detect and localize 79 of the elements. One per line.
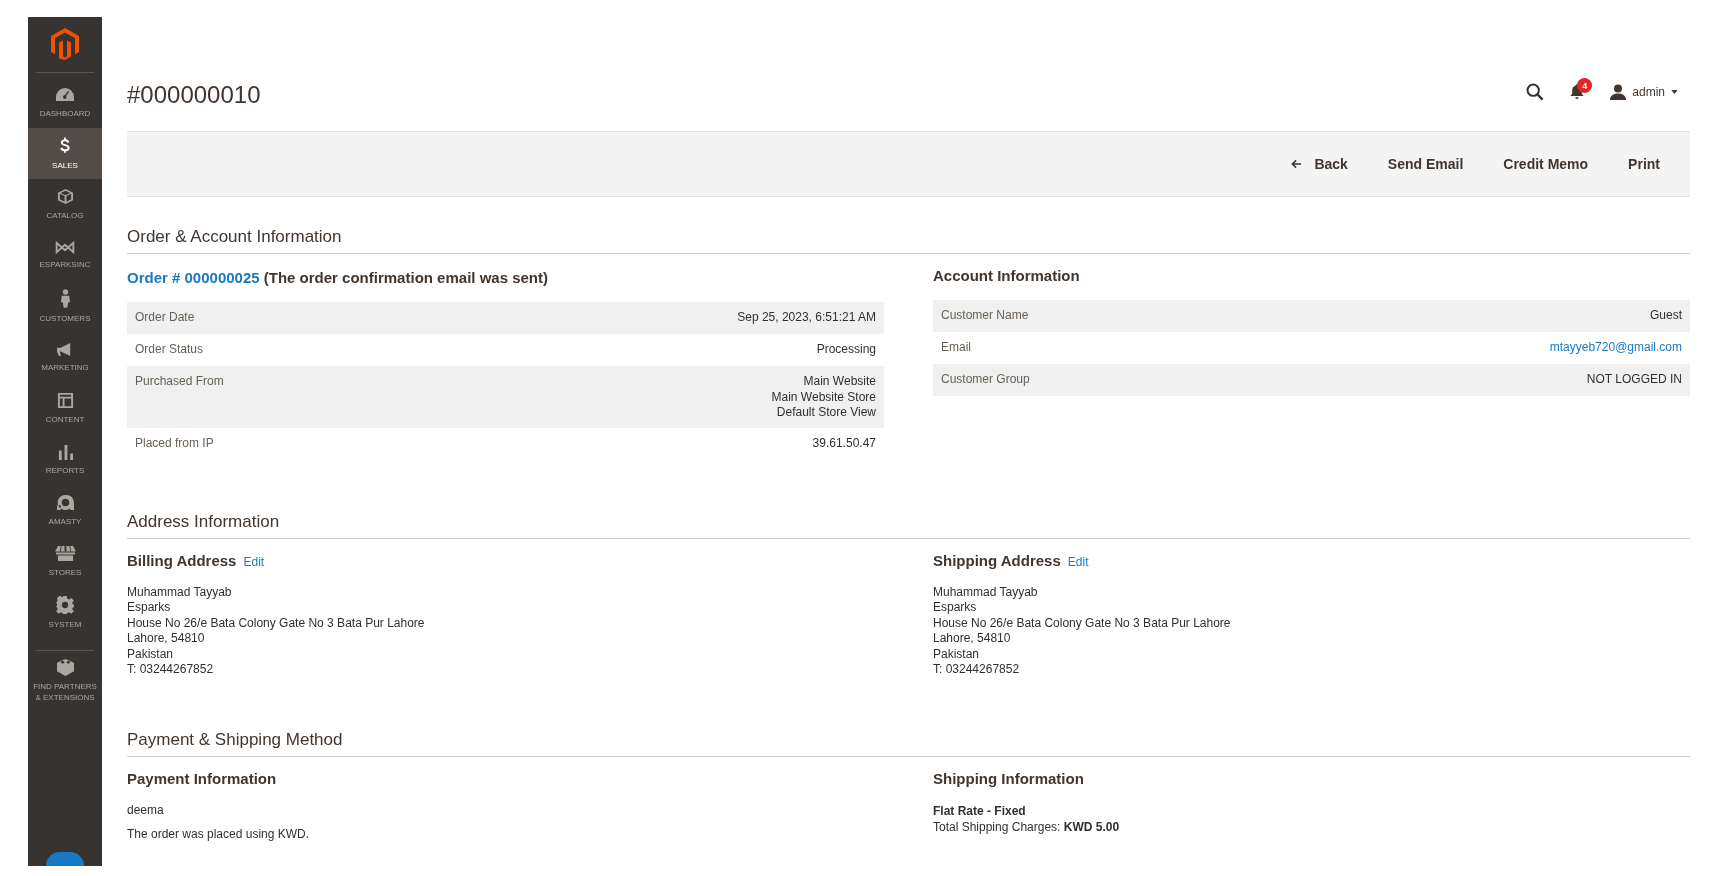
toolbar-button[interactable]: Send Email	[1367, 148, 1484, 180]
page-title: #000000010	[127, 81, 261, 109]
column-title: Shipping Address	[933, 551, 1061, 569]
address-line: Muhammad Tayyab	[127, 584, 233, 601]
section-title: Address Information	[127, 511, 1690, 539]
column-title: Account Information	[933, 267, 1080, 284]
address-line: House No 26/e Bata Colony Gate No 3 Bata Pur Lahore	[933, 615, 1232, 632]
user-icon	[1610, 84, 1627, 100]
ribbon-icon	[54, 241, 76, 254]
row-label: Customer Group	[941, 372, 1030, 388]
row-value: Main Website	[802, 374, 876, 390]
row-label: Order Date	[135, 310, 195, 326]
sidebar-item[interactable]: STORES	[28, 536, 102, 587]
sidebar-item[interactable]: CATALOG	[28, 179, 102, 230]
row-label: Placed from IP	[135, 435, 214, 452]
sidebar-item[interactable]: AMASTY	[28, 485, 102, 536]
address-line: Muhammad Tayyab	[933, 584, 1039, 601]
shipping-charges: Total Shipping Charges: KWD 5.00	[933, 819, 1121, 836]
sidebar-item[interactable]: ESPARKSINC	[28, 230, 102, 281]
row-value: Sep 25, 2023, 6:51:21 AM	[737, 310, 876, 326]
column-title: Billing Address	[127, 551, 237, 569]
arrow-left-icon	[1291, 159, 1303, 169]
section-title: Payment & Shipping Method	[127, 730, 1690, 758]
row-label: Order Status	[135, 342, 204, 358]
address-line: Pakistan	[933, 646, 981, 663]
row-label: Customer Name	[941, 308, 1029, 324]
row-value: Guest	[1650, 308, 1682, 324]
letter-a-icon	[55, 494, 75, 511]
storefront-icon	[54, 545, 76, 562]
gear-icon	[56, 595, 74, 614]
row-value: NOT LOGGED IN	[1586, 372, 1682, 388]
row-label: Email	[941, 340, 971, 356]
row-value: Processing	[816, 342, 876, 358]
box-icon	[56, 188, 74, 205]
sidebar-item[interactable]: SALES	[28, 128, 102, 179]
address-line: T: 03244267852	[933, 662, 1021, 679]
sidebar-item[interactable]: CONTENT	[28, 383, 102, 434]
bar-chart-icon	[56, 443, 74, 460]
payment-text: deema	[127, 803, 165, 818]
sidebar-item[interactable]: MARKETING	[28, 332, 102, 383]
section-title: Order & Account Information	[127, 227, 1690, 254]
gauge-icon	[55, 86, 75, 103]
payment-text: The order was placed using KWD.	[127, 827, 311, 842]
address-line: Esparks	[933, 600, 978, 616]
caret-icon	[1671, 90, 1678, 94]
shipping-method: Flat Rate - Fixed	[933, 803, 1027, 820]
column-title: Payment Information	[127, 770, 277, 788]
address-line: Pakistan	[127, 646, 175, 663]
column-title: Shipping Information	[933, 770, 1084, 788]
row-value: Main Website Store	[771, 389, 876, 405]
sidebar-item[interactable]: DASHBOARD	[28, 77, 102, 128]
row-value: 39.61.50.47	[812, 435, 876, 451]
chat-button[interactable]	[46, 852, 84, 866]
sidebar-item[interactable]: SYSTEM	[28, 587, 102, 638]
magento-logo[interactable]	[51, 28, 79, 60]
sidebar-item[interactable]: CUSTOMERS	[28, 281, 102, 332]
toolbar-button[interactable]: Print	[1608, 148, 1680, 180]
address-line: Lahore, 54810	[933, 631, 1012, 647]
order-link[interactable]: Order # 000000025	[127, 269, 260, 286]
person-icon	[59, 289, 71, 308]
row-value: Default Store View	[775, 405, 876, 421]
edit-link[interactable]: Edit	[1067, 554, 1089, 569]
address-line: Lahore, 54810	[127, 631, 206, 647]
address-line: T: 03244267852	[127, 662, 215, 679]
search-icon[interactable]	[1526, 83, 1545, 101]
sidebar-item[interactable]: REPORTS	[28, 434, 102, 485]
notification-badge: 4	[1577, 78, 1593, 93]
address-line: Esparks	[127, 600, 172, 616]
order-heading: Order # 000000025 (The order confirmation email was sent)	[127, 269, 549, 286]
back-button[interactable]: Back	[1271, 148, 1368, 180]
dollar-icon	[59, 136, 71, 155]
row-label: Purchased From	[135, 374, 224, 390]
address-line: House No 26/e Bata Colony Gate No 3 Bata Pur Lahore	[127, 615, 426, 632]
email-link[interactable]: mtayyeb720@gmail.com	[1549, 340, 1682, 354]
toolbar-button[interactable]: Credit Memo	[1483, 148, 1609, 180]
edit-link[interactable]: Edit	[243, 554, 265, 569]
user-menu[interactable]: admin	[1610, 84, 1678, 100]
sidebar-item[interactable]: FIND PARTNERS & EXTENSIONS	[28, 655, 102, 706]
layout-icon	[56, 392, 74, 409]
